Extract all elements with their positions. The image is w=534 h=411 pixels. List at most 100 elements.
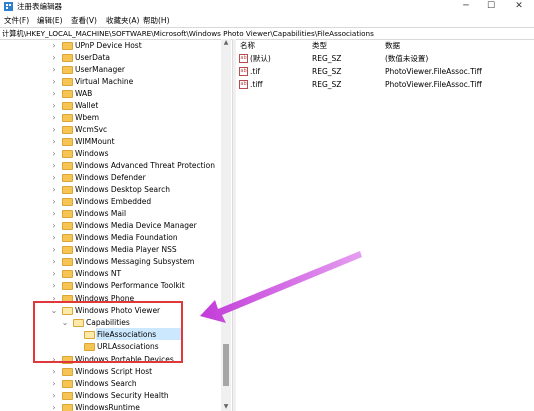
tree-item-label: Windows Advanced Threat Protection — [75, 161, 216, 170]
tree-item-label: Windows Search — [75, 379, 137, 388]
window-title: 注册表编辑器 — [17, 2, 62, 11]
tree-item-label: Windows NT — [75, 269, 122, 278]
column-header-name[interactable]: 名称 — [240, 40, 255, 51]
chevron-right-icon[interactable]: › — [50, 88, 58, 100]
chevron-right-icon[interactable]: › — [50, 390, 58, 402]
tree-item-label: Windows Mail — [75, 209, 127, 218]
string-value-icon: ab — [239, 54, 248, 63]
folder-icon — [62, 380, 73, 388]
scroll-up-icon[interactable]: ▲ — [221, 39, 231, 47]
chevron-right-icon[interactable]: › — [50, 172, 58, 184]
column-header-data[interactable]: 数据 — [385, 40, 400, 51]
folder-icon — [62, 234, 73, 242]
tree-item-label: WAB — [75, 89, 93, 98]
chevron-right-icon[interactable]: › — [50, 220, 58, 232]
menu-favorites[interactable]: 收藏夹(A) — [106, 15, 139, 26]
folder-icon — [62, 246, 73, 254]
tree-item-label: Windows Security Health — [75, 391, 169, 400]
tree-item-label: UserData — [75, 53, 111, 62]
folder-icon — [62, 90, 73, 98]
chevron-right-icon[interactable]: › — [50, 402, 58, 411]
close-button[interactable]: ✕ — [508, 0, 530, 12]
chevron-right-icon[interactable]: › — [50, 148, 58, 160]
tree-item-label: UserManager — [75, 65, 125, 74]
value-row[interactable]: ab .tif REG_SZ PhotoViewer.FileAssoc.Tif… — [236, 66, 534, 78]
chevron-right-icon[interactable]: › — [50, 196, 58, 208]
menu-bar: 文件(F) 编辑(E) 查看(V) 收藏夹(A) 帮助(H) — [0, 14, 534, 27]
folder-icon — [62, 78, 73, 86]
value-data: PhotoViewer.FileAssoc.Tiff — [385, 80, 482, 89]
folder-icon — [62, 126, 73, 134]
folder-icon — [62, 102, 73, 110]
folder-icon — [62, 368, 73, 376]
tree-item-label: Windows Performance Toolkit — [75, 281, 185, 290]
chevron-right-icon[interactable]: › — [50, 366, 58, 378]
string-value-icon: ab — [239, 80, 248, 89]
scroll-down-icon[interactable]: ▼ — [221, 403, 231, 411]
chevron-right-icon[interactable]: › — [50, 64, 58, 76]
folder-icon — [62, 150, 73, 158]
chevron-right-icon[interactable]: › — [50, 378, 58, 390]
tree-item-label: Windows Embedded — [75, 197, 152, 206]
folder-icon — [62, 42, 73, 50]
tree-item-label: Windows Defender — [75, 173, 146, 182]
menu-view[interactable]: 查看(V) — [71, 15, 97, 26]
value-type: REG_SZ — [312, 80, 342, 89]
annotation-highlight-box — [33, 301, 183, 363]
tree-item-label: Wbem — [75, 113, 100, 122]
chevron-right-icon[interactable]: › — [50, 268, 58, 280]
maximize-button[interactable]: ☐ — [480, 0, 502, 12]
folder-icon — [62, 270, 73, 278]
menu-edit[interactable]: 编辑(E) — [37, 15, 63, 26]
chevron-right-icon[interactable]: › — [50, 208, 58, 220]
tree-item-label: Windows Script Host — [75, 367, 153, 376]
chevron-right-icon[interactable]: › — [50, 256, 58, 268]
regedit-app-icon — [4, 2, 13, 11]
tree-item-label: WcmSvc — [75, 125, 108, 134]
value-type: REG_SZ — [312, 67, 342, 76]
value-row[interactable]: ab .tiff REG_SZ PhotoViewer.FileAssoc.Ti… — [236, 79, 534, 91]
chevron-right-icon[interactable]: › — [50, 184, 58, 196]
address-path[interactable]: 计算机\HKEY_LOCAL_MACHINE\SOFTWARE\Microsof… — [2, 28, 374, 39]
chevron-right-icon[interactable]: › — [50, 280, 58, 292]
folder-icon — [62, 258, 73, 266]
value-data: PhotoViewer.FileAssoc.Tiff — [385, 67, 482, 76]
tree-item-label: Wallet — [75, 101, 99, 110]
chevron-right-icon[interactable]: › — [50, 232, 58, 244]
title-bar: 注册表编辑器 ─ ☐ ✕ — [0, 0, 534, 13]
chevron-right-icon[interactable]: › — [50, 244, 58, 256]
scroll-thumb[interactable] — [223, 344, 229, 386]
folder-icon — [62, 174, 73, 182]
chevron-right-icon[interactable]: › — [50, 136, 58, 148]
chevron-right-icon[interactable]: › — [50, 100, 58, 112]
tree-item-label: WIMMount — [75, 137, 115, 146]
tree-item-label: Windows Media Foundation — [75, 233, 178, 242]
tree-item-label: Windows — [75, 149, 109, 158]
folder-icon — [62, 282, 73, 290]
chevron-right-icon[interactable]: › — [50, 76, 58, 88]
value-row[interactable]: ab (默认) REG_SZ (数值未设置) — [236, 53, 534, 65]
tree-item-label: Windows Desktop Search — [75, 185, 170, 194]
folder-icon — [62, 404, 73, 411]
tree-item-label: Windows Media Player NSS — [75, 245, 177, 254]
column-header-type[interactable]: 类型 — [312, 40, 327, 51]
values-pane[interactable]: 名称 类型 数据 ab (默认) REG_SZ (数值未设置) ab .tif … — [236, 39, 534, 411]
folder-icon — [62, 222, 73, 230]
folder-icon — [62, 198, 73, 206]
folder-icon — [62, 138, 73, 146]
tree-scrollbar[interactable]: ▲ ▼ — [221, 39, 231, 411]
value-type: REG_SZ — [312, 54, 342, 63]
minimize-button[interactable]: ─ — [455, 0, 477, 12]
folder-icon — [62, 66, 73, 74]
chevron-right-icon[interactable]: › — [50, 40, 58, 52]
value-data: (数值未设置) — [385, 54, 429, 63]
chevron-right-icon[interactable]: › — [50, 52, 58, 64]
value-name: (默认) — [250, 54, 271, 63]
chevron-right-icon[interactable]: › — [50, 112, 58, 124]
chevron-right-icon[interactable]: › — [50, 160, 58, 172]
folder-icon — [62, 54, 73, 62]
menu-file[interactable]: 文件(F) — [4, 15, 29, 26]
chevron-right-icon[interactable]: › — [50, 124, 58, 136]
value-name: .tif — [250, 67, 261, 76]
menu-help[interactable]: 帮助(H) — [143, 15, 170, 26]
